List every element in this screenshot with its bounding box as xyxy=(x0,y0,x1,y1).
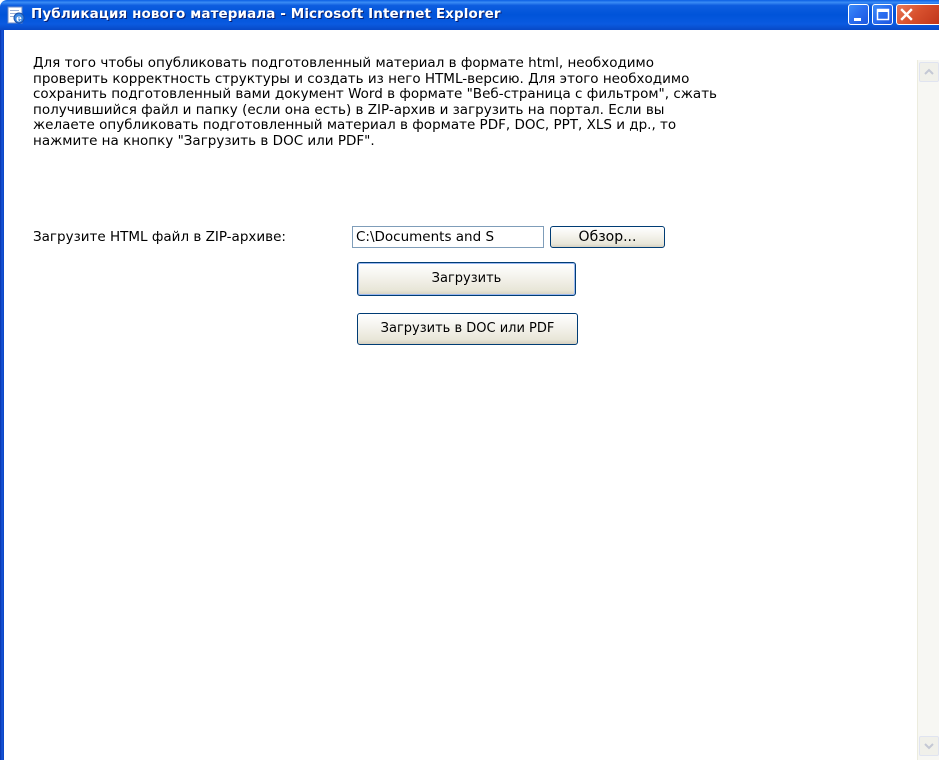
chevron-up-icon xyxy=(924,68,934,75)
ie-window: e Публикация нового материала - Microsof… xyxy=(0,0,939,760)
window-title: Публикация нового материала - Microsoft … xyxy=(31,6,501,22)
maximize-button[interactable] xyxy=(872,4,893,25)
intro-line: сохранить подготовленный вами документ W… xyxy=(33,86,718,103)
scroll-up-button[interactable] xyxy=(919,62,939,82)
chevron-down-icon xyxy=(924,743,934,750)
close-button[interactable] xyxy=(896,4,939,25)
minimize-button[interactable] xyxy=(848,4,869,25)
maximize-icon xyxy=(876,8,890,21)
ie-page-icon: e xyxy=(7,6,25,25)
vertical-scrollbar[interactable] xyxy=(917,60,939,760)
close-icon xyxy=(900,8,913,21)
upload-button[interactable]: Загрузить xyxy=(357,262,576,296)
intro-line: нажмите на кнопку "Загрузить в DOC или P… xyxy=(33,132,375,149)
title-bar[interactable]: e Публикация нового материала - Microsof… xyxy=(0,0,939,30)
upload-label: Загрузите HTML файл в ZIP-архиве: xyxy=(33,229,286,245)
minimize-icon xyxy=(854,18,861,21)
intro-line: желаете опубликовать подготовленный мате… xyxy=(33,117,677,134)
browse-button[interactable]: Обзор... xyxy=(550,226,665,248)
scroll-down-button[interactable] xyxy=(919,736,939,756)
upload-doc-pdf-button[interactable]: Загрузить в DOC или PDF xyxy=(357,313,578,345)
file-path-input[interactable]: C:\Documents and S xyxy=(352,226,544,248)
intro-text: Для того чтобы опубликовать подготовленн… xyxy=(33,55,903,150)
intro-line: получившийся файл и папку (если она есть… xyxy=(33,101,665,118)
intro-line: проверить корректность структуры и созда… xyxy=(33,70,690,87)
intro-line: Для того чтобы опубликовать подготовленн… xyxy=(33,55,654,71)
svg-text:e: e xyxy=(16,15,22,25)
